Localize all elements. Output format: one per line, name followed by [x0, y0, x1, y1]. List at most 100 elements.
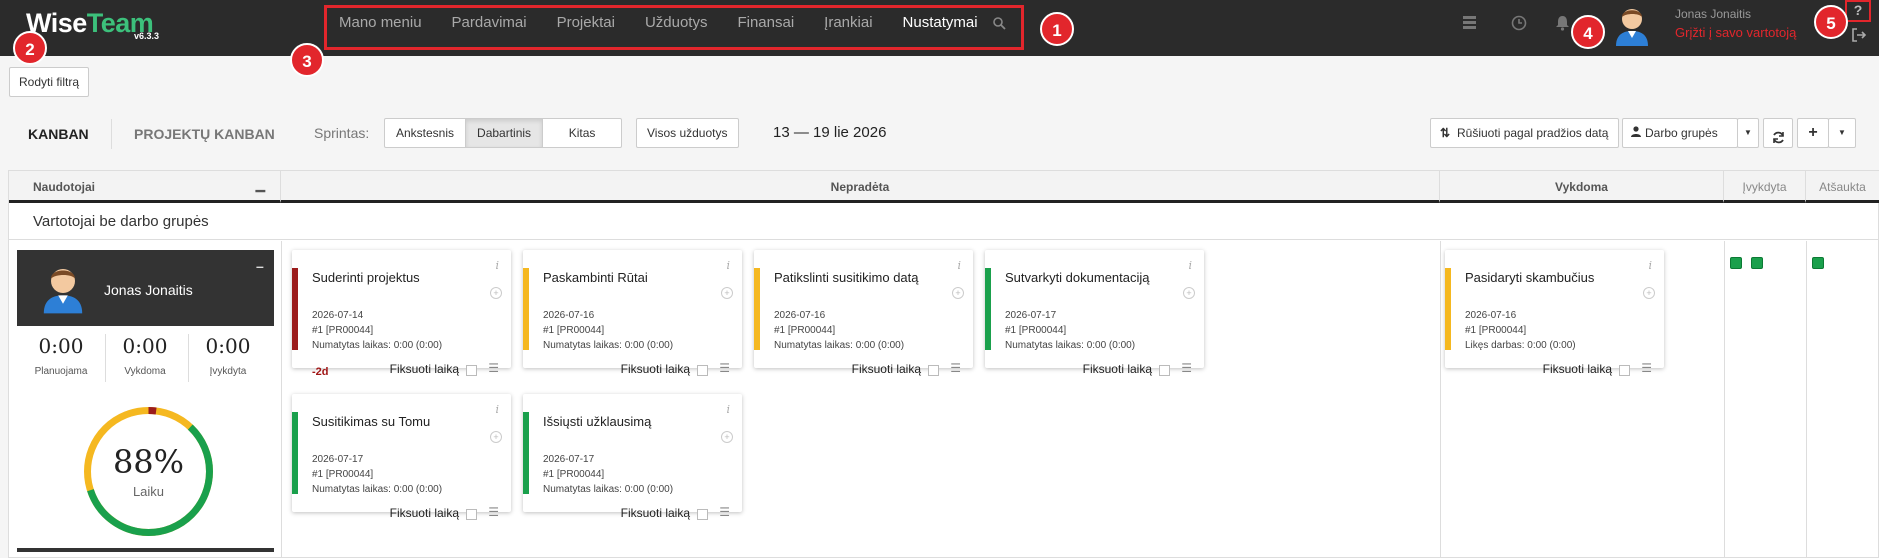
fix-time-link[interactable]: Fiksuoti laiką [390, 506, 459, 520]
all-tasks-button[interactable]: Visos užduotys [636, 118, 739, 148]
fix-time-link[interactable]: Fiksuoti laiką [1083, 362, 1152, 376]
work-groups-button[interactable]: Darbo grupės [1622, 118, 1738, 148]
menu-item-projektai[interactable]: Projektai [557, 14, 615, 31]
card-note: Numatytas laikas: 0:00 (0:00) [312, 484, 443, 495]
add-icon[interactable]: + [490, 431, 502, 443]
refresh-button[interactable] [1763, 118, 1793, 148]
task-card[interactable]: Sutvarkyti dokumentaciją i +2026-07-17 #1 [… [985, 250, 1204, 376]
sort-by-start-date-button[interactable]: ⇅ Rūšiuoti pagal pradžios datą [1430, 118, 1620, 148]
info-icon[interactable]: i [726, 403, 730, 416]
app-version: v6.3.3 [134, 31, 160, 41]
menu-item-finansai[interactable]: Finansai [737, 14, 794, 31]
card-project: #1 [PR00044] [543, 325, 605, 336]
add-button[interactable]: + [1797, 118, 1829, 148]
menu-item-irankiai[interactable]: Įrankiai [824, 14, 872, 31]
menu-icon[interactable]: ☰ [488, 361, 499, 375]
menu-icon[interactable]: ☰ [1181, 361, 1192, 375]
search-icon[interactable] [993, 17, 1006, 33]
show-filter-button[interactable]: Rodyti filtrą [9, 67, 90, 97]
add-icon[interactable]: + [1183, 287, 1195, 299]
minimize-icon[interactable]: – [256, 258, 264, 274]
card-project: #1 [PR00044] [543, 469, 605, 480]
card-title[interactable]: Suderinti projektus [312, 270, 420, 285]
add-icon[interactable]: + [490, 287, 502, 299]
task-card[interactable]: Suderinti projektus i +2026-07-14 #1 [PR000… [292, 250, 511, 378]
bell-icon[interactable] [1555, 15, 1570, 36]
menu-item-uzduotys[interactable]: Užduotys [645, 14, 708, 31]
sprint-option-next[interactable]: Kitas [543, 119, 621, 147]
add-icon[interactable]: + [721, 287, 733, 299]
add-icon[interactable]: + [952, 287, 964, 299]
collapse-icon[interactable]: ▁ [256, 169, 265, 201]
card-title[interactable]: Patikslinti susitikimo datą [774, 270, 919, 285]
card-title[interactable]: Pasidaryti skambučius [1465, 270, 1594, 285]
tab-project-kanban[interactable]: PROJEKTŲ KANBAN [134, 126, 275, 142]
card-title[interactable]: Paskambinti Rūtai [543, 270, 648, 285]
card-checkbox[interactable] [928, 365, 939, 376]
cancelled-task-marker[interactable] [1812, 257, 1824, 269]
card-date: 2026-07-17 [312, 454, 364, 465]
card-checkbox[interactable] [1619, 365, 1630, 376]
sprint-option-current[interactable]: Dabartinis [466, 119, 544, 147]
clock-icon[interactable] [1511, 15, 1527, 36]
sprint-selector: Ankstesnis Dabartinis Kitas [384, 118, 623, 148]
card-project: #1 [PR00044] [1465, 325, 1527, 336]
card-title[interactable]: Išsiųsti užklausimą [543, 414, 651, 429]
card-note: Numatytas laikas: 0:00 (0:00) [312, 340, 443, 351]
task-card[interactable]: Išsiųsti užklausimą i +2026-07-17 #1 [PR000… [523, 394, 742, 520]
menu-icon[interactable]: ☰ [719, 361, 730, 375]
info-icon[interactable]: i [1648, 259, 1652, 272]
menu-item-mano-meniu[interactable]: Mano meniu [339, 14, 422, 31]
tab-kanban[interactable]: KANBAN [28, 126, 89, 142]
sprint-option-previous[interactable]: Ankstesnis [385, 119, 467, 147]
logout-icon[interactable] [1851, 27, 1867, 48]
menu-icon[interactable]: ☰ [950, 361, 961, 375]
task-card[interactable]: Susitikimas su Tomu i +2026-07-17 #1 [PR000… [292, 394, 511, 520]
card-status-bar [754, 268, 760, 350]
work-groups-dropdown[interactable]: ▼ [1737, 118, 1759, 148]
task-card[interactable]: Patikslinti susitikimo datą i +2026-07-16 #… [754, 250, 973, 376]
info-icon[interactable]: i [1188, 259, 1192, 272]
caret-down-icon: ▼ [1838, 128, 1846, 137]
user-avatar[interactable] [1612, 2, 1652, 46]
card-date: 2026-07-16 [543, 310, 595, 321]
card-checkbox[interactable] [466, 365, 477, 376]
done-task-marker[interactable] [1751, 257, 1763, 269]
add-icon[interactable]: + [1643, 287, 1655, 299]
info-icon[interactable]: i [495, 403, 499, 416]
fix-time-link[interactable]: Fiksuoti laiką [621, 506, 690, 520]
card-checkbox[interactable] [697, 365, 708, 376]
card-checkbox[interactable] [466, 509, 477, 520]
fix-time-link[interactable]: Fiksuoti laiką [1543, 362, 1612, 376]
gauge-value: 88% [112, 443, 185, 481]
card-checkbox[interactable] [1159, 365, 1170, 376]
card-status-bar [292, 268, 298, 350]
add-dropdown[interactable]: ▼ [1828, 118, 1856, 148]
column-users-title: Naudotojai [33, 180, 95, 194]
card-title[interactable]: Susitikimas su Tomu [312, 414, 430, 429]
menu-icon[interactable]: ☰ [1641, 361, 1652, 375]
card-checkbox[interactable] [697, 509, 708, 520]
help-icon[interactable]: ? [1845, 0, 1871, 22]
fix-time-link[interactable]: Fiksuoti laiką [390, 362, 459, 376]
marker-5: 5 [1814, 5, 1848, 39]
stat-in-progress-value: 0:00 [122, 334, 168, 358]
menu-item-nustatymai[interactable]: Nustatymai [903, 14, 978, 31]
menu-icon[interactable]: ☰ [488, 505, 499, 519]
fix-time-link[interactable]: Fiksuoti laiką [621, 362, 690, 376]
fix-time-link[interactable]: Fiksuoti laiką [852, 362, 921, 376]
card-title[interactable]: Sutvarkyti dokumentaciją [1005, 270, 1150, 285]
stack-icon[interactable] [1462, 15, 1477, 35]
switch-user-link[interactable]: Grįžti į savo vartotoją [1675, 25, 1796, 40]
info-icon[interactable]: i [495, 259, 499, 272]
add-icon[interactable]: + [721, 431, 733, 443]
info-icon[interactable]: i [726, 259, 730, 272]
task-card[interactable]: Paskambinti Rūtai i +2026-07-16 #1 [PR00044… [523, 250, 742, 376]
info-icon[interactable]: i [957, 259, 961, 272]
marker-2: 2 [13, 31, 47, 65]
menu-item-pardavimai[interactable]: Pardavimai [452, 14, 527, 31]
done-task-marker[interactable] [1730, 257, 1742, 269]
card-project: #1 [PR00044] [312, 325, 374, 336]
menu-icon[interactable]: ☰ [719, 505, 730, 519]
task-card[interactable]: Pasidaryti skambučius i +2026-07-16 #1 [PR0… [1445, 250, 1664, 376]
